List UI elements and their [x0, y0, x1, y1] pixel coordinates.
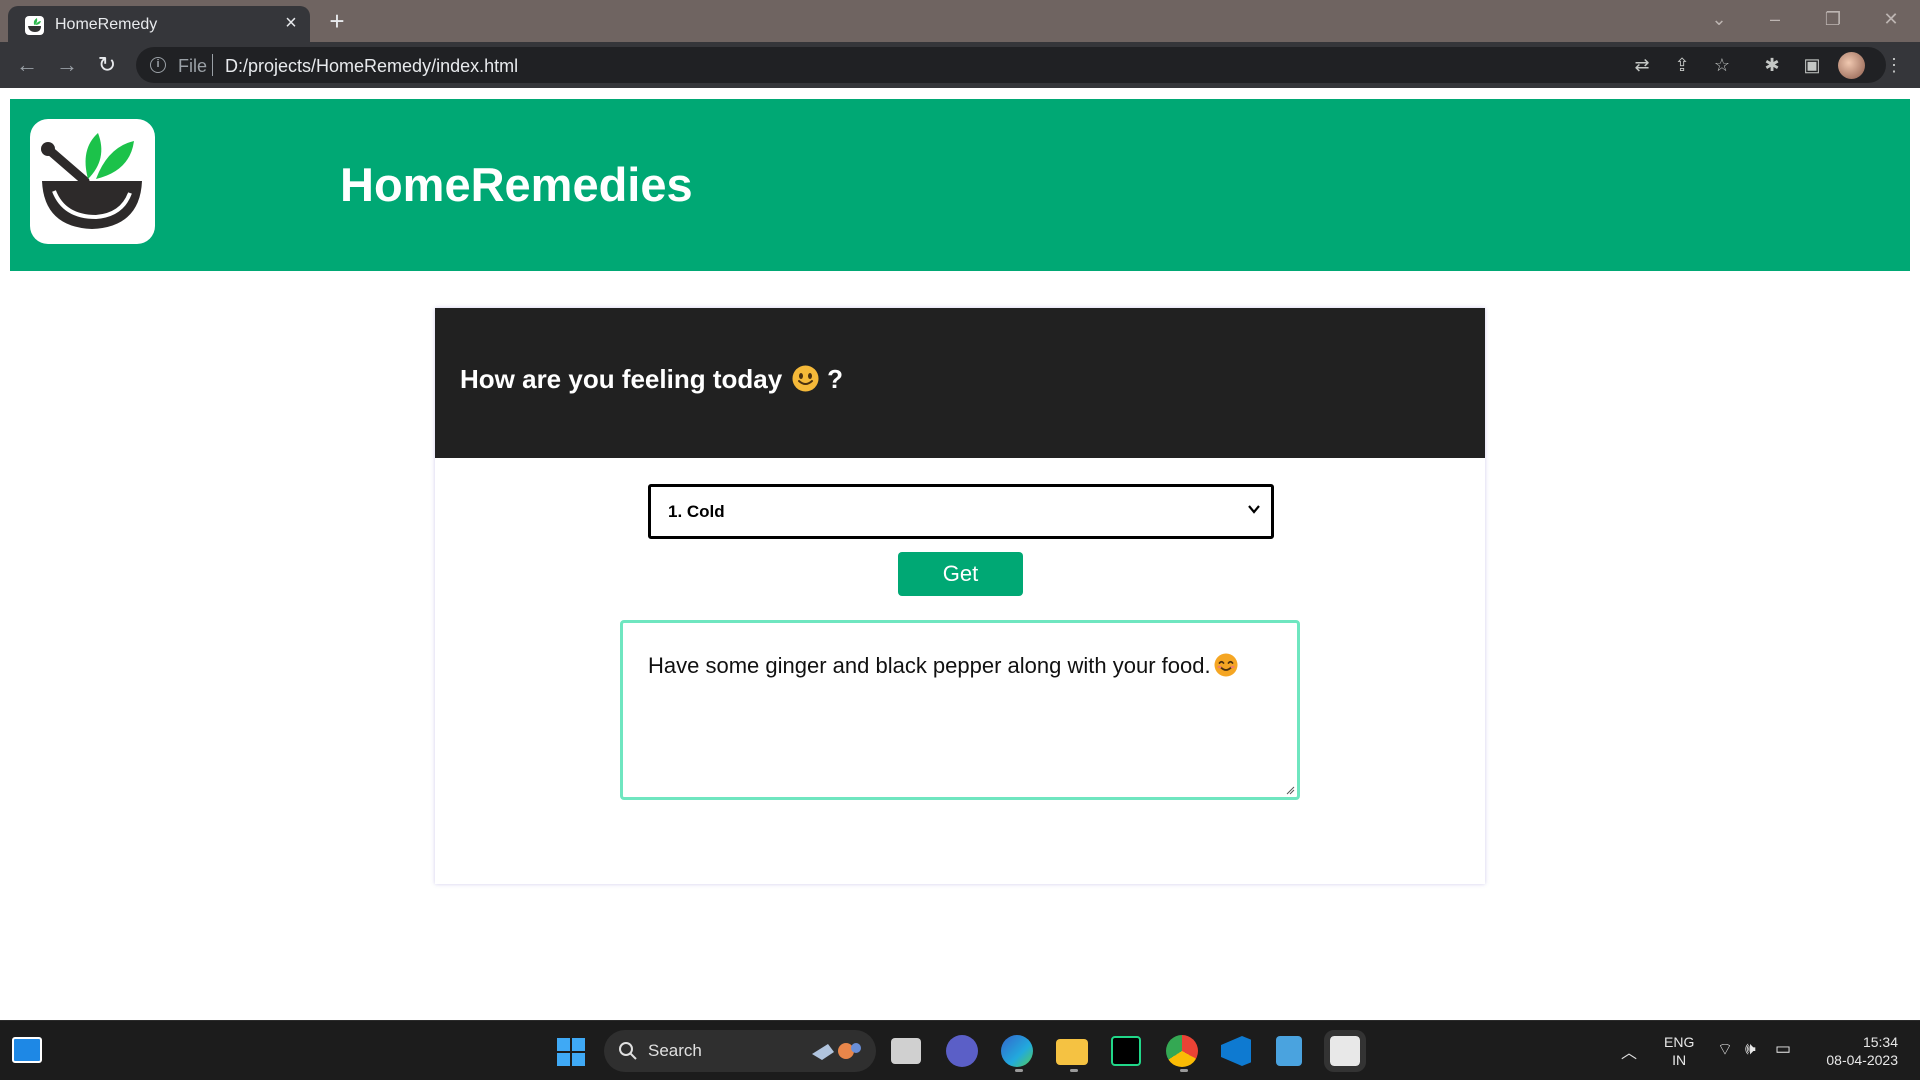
chrome-icon[interactable] [1166, 1035, 1198, 1072]
remedy-textarea[interactable]: Have some ginger and black pepper along … [620, 620, 1300, 800]
browser-toolbar: ← → ↻ i File D:/projects/HomeRemedy/inde… [0, 42, 1920, 88]
search-highlight-icon [812, 1043, 861, 1060]
address-bar[interactable]: i File D:/projects/HomeRemedy/index.html [136, 47, 1886, 83]
pycharm-icon[interactable] [1111, 1036, 1141, 1066]
share-icon[interactable]: ⇪ [1668, 51, 1696, 79]
new-tab-button[interactable]: + [323, 7, 351, 35]
site-title: HomeRemedies [340, 158, 693, 211]
extensions-icon[interactable]: ✱ [1758, 51, 1786, 79]
restore-button[interactable]: ❐ [1818, 6, 1848, 32]
close-tab-icon[interactable]: × [280, 12, 302, 34]
wifi-icon[interactable]: ⌔ [1717, 1039, 1733, 1060]
teams-chat-icon[interactable] [946, 1035, 978, 1067]
tab-search-icon[interactable]: ⌄ [1704, 6, 1734, 32]
question-mark: ? [827, 364, 844, 394]
resize-grip-icon[interactable] [1285, 785, 1295, 795]
favicon-icon [25, 16, 44, 35]
search-label: Search [648, 1041, 702, 1060]
browser-tab-strip: HomeRemedy × + ⌄ – ❐ ✕ [0, 0, 1920, 42]
widgets-icon[interactable] [12, 1037, 42, 1063]
file-explorer-icon[interactable] [1056, 1039, 1088, 1072]
logo-icon [30, 119, 155, 244]
chevron-down-icon [1248, 505, 1260, 514]
back-icon[interactable]: ← [13, 51, 41, 79]
smiling-emoji-icon [1214, 653, 1238, 677]
language-indicator[interactable]: ENG IN [1664, 1033, 1694, 1069]
edge-browser-icon[interactable] [1001, 1035, 1033, 1072]
select-value: 1. Cold [668, 502, 725, 521]
site-header: HomeRemedies [10, 99, 1910, 271]
bookmark-star-icon[interactable]: ☆ [1708, 51, 1736, 79]
tab-title: HomeRemedy [55, 16, 158, 33]
close-window-button[interactable]: ✕ [1876, 6, 1906, 32]
side-panel-icon[interactable]: ▣ [1798, 51, 1826, 79]
get-button[interactable]: Get [898, 552, 1023, 596]
url-text[interactable]: D:/projects/HomeRemedy/index.html [225, 56, 518, 77]
clock-date: 08-04-2023 [1826, 1052, 1898, 1068]
card-header: How are you feeling today ? [435, 308, 1485, 458]
translate-icon[interactable]: ⇄ [1628, 51, 1656, 79]
clock-time: 15:34 [1862, 1034, 1898, 1050]
volume-icon[interactable]: 🕪 [1745, 1039, 1756, 1059]
windows-start-icon[interactable] [556, 1037, 586, 1067]
battery-icon[interactable]: ▭ [1775, 1039, 1791, 1059]
question-text: How are you feeling today [460, 364, 783, 394]
taskbar-search[interactable]: Search [604, 1030, 876, 1072]
search-icon [619, 1042, 637, 1060]
remedy-text: Have some ginger and black pepper along … [648, 653, 1211, 678]
question-heading: How are you feeling today ? [460, 364, 843, 395]
remedy-output: Have some ginger and black pepper along … [648, 653, 1238, 679]
smiley-emoji-icon [792, 365, 819, 392]
forward-icon[interactable]: → [53, 51, 81, 79]
ailment-select[interactable]: 1. Cold [648, 484, 1274, 539]
url-divider [212, 54, 213, 76]
remedy-card: How are you feeling today ? 1. Cold Get … [435, 308, 1485, 884]
url-scheme: File [178, 56, 208, 76]
lang-line1: ENG [1664, 1034, 1695, 1050]
task-view-icon[interactable] [891, 1038, 921, 1064]
tray-overflow-icon[interactable]: ︿ [1621, 1039, 1637, 1063]
lang-line2: IN [1672, 1052, 1687, 1068]
info-icon[interactable]: i [150, 57, 166, 73]
notepad-icon[interactable] [1276, 1036, 1302, 1066]
snipping-tool-icon[interactable] [1324, 1030, 1366, 1072]
reload-icon[interactable]: ↻ [93, 51, 121, 79]
minimize-button[interactable]: – [1760, 6, 1790, 32]
menu-kebab-icon[interactable]: ⋮ [1880, 51, 1908, 79]
vscode-icon[interactable] [1221, 1036, 1251, 1066]
profile-avatar[interactable] [1838, 52, 1865, 79]
clock[interactable]: 15:34 08-04-2023 [1810, 1033, 1898, 1069]
browser-tab[interactable]: HomeRemedy × [8, 6, 310, 42]
windows-taskbar: Search ︿ ENG IN ⌔ 🕪 ▭ 15:34 08-04-2023 [0, 1020, 1920, 1080]
